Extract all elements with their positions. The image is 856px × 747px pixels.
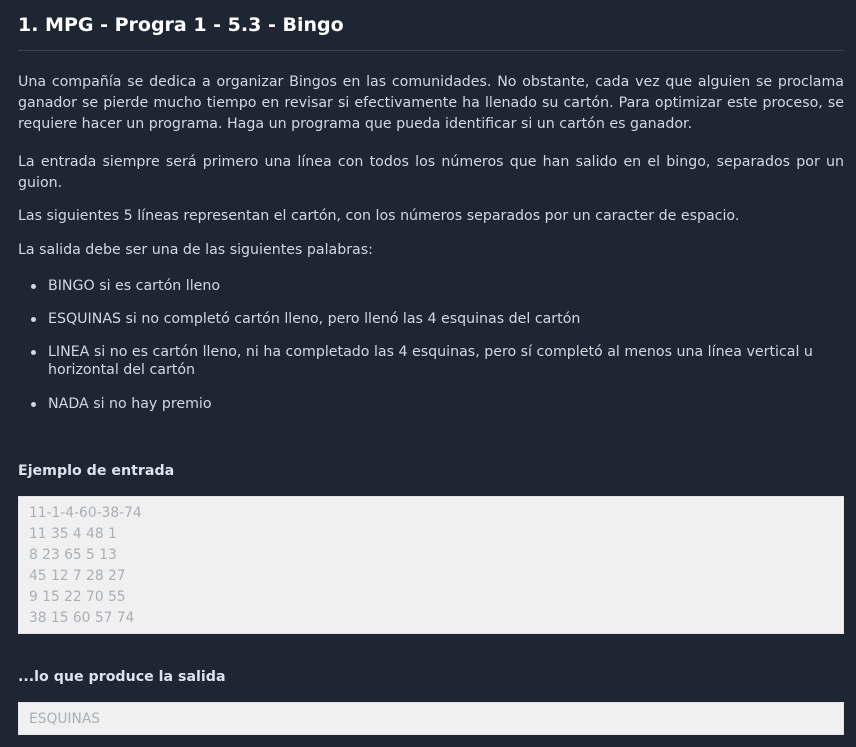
example-input-line: 38 15 60 57 74 (29, 610, 135, 626)
description-paragraph-1: Una compañía se dedica a organizar Bingo… (18, 74, 844, 132)
page-title: 1. MPG - Progra 1 - 5.3 - Bingo (18, 14, 344, 36)
example-output-line: ESQUINAS (29, 711, 101, 727)
description-paragraph-3: Las siguientes 5 líneas representan el c… (18, 208, 740, 224)
list-item-text: NADA si no hay premio (48, 396, 212, 412)
bullet-dot-icon (31, 317, 36, 322)
example-input-line: 11-1-4-60-38-74 (29, 505, 142, 521)
example-input-line: 11 35 4 48 1 (29, 526, 117, 542)
example-input-line: 45 12 7 28 27 (29, 568, 126, 584)
description-paragraph-4: La salida debe ser una de las siguientes… (18, 242, 373, 258)
example-input-heading: Ejemplo de entrada (18, 463, 175, 479)
list-item-text: BINGO si es cartón lleno (48, 278, 221, 294)
example-input-line: 9 15 22 70 55 (29, 589, 126, 605)
problem-page: 1. MPG - Progra 1 - 5.3 - Bingo Una comp… (0, 0, 856, 747)
list-item-text: LINEA si no es cartón lleno, ni ha compl… (48, 344, 813, 378)
example-output-box[interactable]: ESQUINAS (18, 702, 844, 735)
list-item-text: ESQUINAS si no completó cartón lleno, pe… (48, 311, 581, 327)
title-divider (18, 50, 844, 51)
example-input-box[interactable]: 11-1-4-60-38-74 11 35 4 48 1 8 23 65 5 1… (18, 496, 844, 634)
example-input-line: 8 23 65 5 13 (29, 547, 117, 563)
bullet-dot-icon (31, 402, 36, 407)
description-paragraph-2: La entrada siempre será primero una líne… (18, 154, 844, 191)
bullet-dot-icon (31, 284, 36, 289)
bullet-dot-icon (31, 350, 36, 355)
example-output-heading: ...lo que produce la salida (18, 669, 226, 685)
